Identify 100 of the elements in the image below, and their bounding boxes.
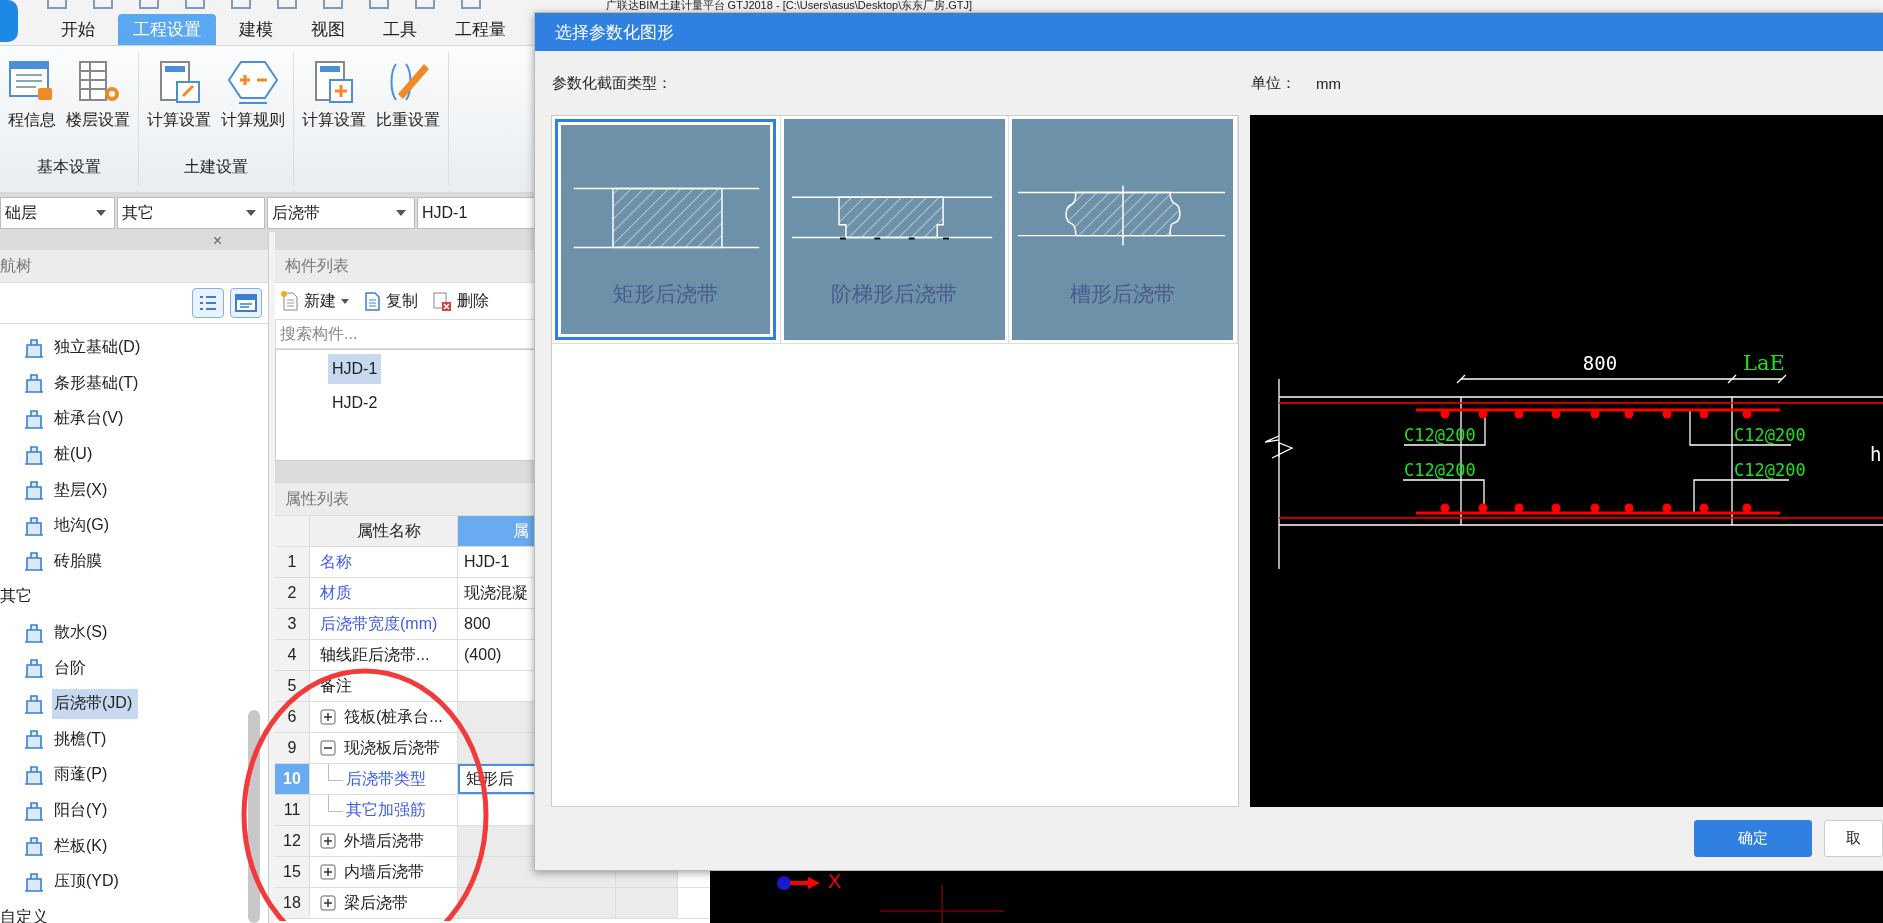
row-number: 1: [275, 547, 310, 577]
table-cell[interactable]: [458, 888, 616, 918]
hexagon-icon: [227, 58, 279, 106]
row-number: 4: [275, 640, 310, 670]
rebar-label: C12@200: [1734, 460, 1806, 480]
row-number: 15: [275, 857, 310, 887]
column-header[interactable]: 属性名称: [310, 516, 458, 546]
panel-view-button[interactable]: [230, 288, 262, 318]
component-icon: [22, 870, 46, 893]
list-icon: [198, 294, 218, 312]
property-name: 后浇带宽度(mm): [320, 613, 438, 634]
ribbon-tab[interactable]: 工程量: [440, 14, 521, 45]
tree-item[interactable]: 散水(S): [52, 617, 114, 648]
ribbon-button[interactable]: 比重设置: [374, 52, 442, 137]
ribbon-tab[interactable]: 视图: [296, 14, 360, 45]
component-icon: [22, 728, 46, 751]
row-number: 3: [275, 609, 310, 639]
property-name: 现浇板后浇带: [344, 737, 440, 758]
toolbar-button[interactable]: 新建: [281, 290, 349, 312]
component-icon: [22, 479, 46, 502]
list-view-button[interactable]: [192, 288, 224, 318]
property-name: 其它加强筋: [346, 799, 426, 820]
component-icon: [22, 621, 46, 644]
toolbar-button[interactable]: 删除: [432, 290, 489, 312]
tree-item[interactable]: 后浇带(JD): [52, 688, 139, 719]
caret-icon: [341, 298, 349, 304]
close-button[interactable]: ×: [212, 233, 222, 249]
component-icon: [22, 336, 46, 359]
tree-item[interactable]: 栏板(K): [52, 831, 114, 862]
expand-icon[interactable]: [320, 709, 336, 725]
rebar-label: C12@200: [1734, 425, 1806, 445]
new-file-icon: [281, 291, 299, 311]
row-number: 12: [275, 826, 310, 856]
component-icon: [22, 550, 46, 573]
tree-item[interactable]: 压顶(YD): [52, 866, 125, 897]
dropdown[interactable]: 础层: [0, 197, 115, 229]
tree-item[interactable]: 雨蓬(P): [52, 759, 114, 790]
row-number: 9: [275, 733, 310, 763]
ribbon-button[interactable]: 楼层设置: [64, 52, 132, 137]
tree-item[interactable]: 桩承台(V): [52, 404, 130, 434]
collapse-icon[interactable]: [320, 740, 336, 756]
unit-label: 单位：: [1251, 73, 1296, 93]
unit-value: mm: [1316, 74, 1341, 92]
ribbon-tab[interactable]: 工具: [368, 14, 432, 45]
property-name: 筏板(桩承台...: [344, 706, 443, 727]
tree-group[interactable]: 其它: [0, 586, 32, 608]
window-icon: [235, 294, 257, 312]
tree-item[interactable]: 挑檐(T): [52, 724, 113, 755]
property-name: 梁后浇带: [344, 892, 408, 913]
window-title: 广联达BIM土建计量平台 GTJ2018 - [C:\Users\asus\Desktop\东东厂房.GTJ]: [606, 0, 973, 11]
dimension-label: 800: [1582, 352, 1618, 374]
delete-icon: [432, 291, 452, 311]
dropdown[interactable]: 后浇带: [267, 197, 415, 229]
component-icon: [22, 763, 46, 786]
tree-item[interactable]: 桩(U): [52, 439, 99, 470]
ribbon-button[interactable]: 程信息: [6, 52, 58, 137]
ribbon-tab[interactable]: 开始: [46, 14, 110, 45]
tree-item[interactable]: 条形基础(T): [52, 368, 145, 399]
row-number: 11: [275, 795, 310, 825]
app-logo[interactable]: [0, 0, 18, 42]
ribbon-tab[interactable]: 建模: [224, 14, 288, 45]
caret-icon: [96, 210, 106, 216]
ribbon-button[interactable]: 计算设置: [145, 52, 213, 137]
component-icon: [22, 443, 46, 466]
tree-item[interactable]: 阳台(Y): [52, 795, 114, 826]
component-icon: [22, 692, 46, 715]
expand-icon[interactable]: [320, 864, 336, 880]
component-icon: [22, 372, 46, 395]
row-number: 10: [275, 764, 310, 794]
expand-icon[interactable]: [320, 833, 336, 849]
ribbon-button[interactable]: 计算设置: [300, 52, 368, 137]
dropdown[interactable]: 其它: [117, 197, 265, 229]
dimension-label: LaE: [1743, 351, 1785, 375]
tree-item[interactable]: 砖胎膜: [52, 546, 108, 577]
tree-item[interactable]: 垫层(X): [52, 475, 114, 506]
list-item[interactable]: HJD-1: [328, 354, 382, 384]
component-icon: [22, 514, 46, 537]
component-icon: [22, 799, 46, 822]
property-name: 内墙后浇带: [344, 861, 424, 882]
caret-icon: [246, 210, 256, 216]
group-label: 土建设置: [184, 157, 248, 177]
toolbar-button[interactable]: 复制: [363, 290, 418, 312]
height-label: h: [1870, 443, 1882, 465]
dialog-button[interactable]: 取: [1824, 820, 1883, 857]
axis-label: X: [828, 870, 842, 893]
tree-item[interactable]: 独立基础(D): [52, 332, 147, 363]
expand-icon[interactable]: [320, 895, 336, 911]
property-name: 名称: [320, 551, 352, 572]
property-name: 外墙后浇带: [344, 830, 424, 851]
component-icon: [22, 408, 46, 430]
panel-title: 航树: [0, 255, 32, 276]
tree-item[interactable]: 地沟(G): [52, 510, 116, 541]
dialog-button[interactable]: 确定: [1694, 820, 1812, 857]
dialog-title: 选择参数化图形: [555, 21, 674, 44]
copy-icon: [363, 291, 381, 311]
ribbon-button[interactable]: 计算规则: [219, 52, 287, 137]
list-item[interactable]: HJD-2: [328, 388, 382, 418]
property-name: 后浇带类型: [346, 768, 426, 789]
component-icon: [22, 835, 46, 858]
tree-item[interactable]: 台阶: [52, 653, 92, 684]
